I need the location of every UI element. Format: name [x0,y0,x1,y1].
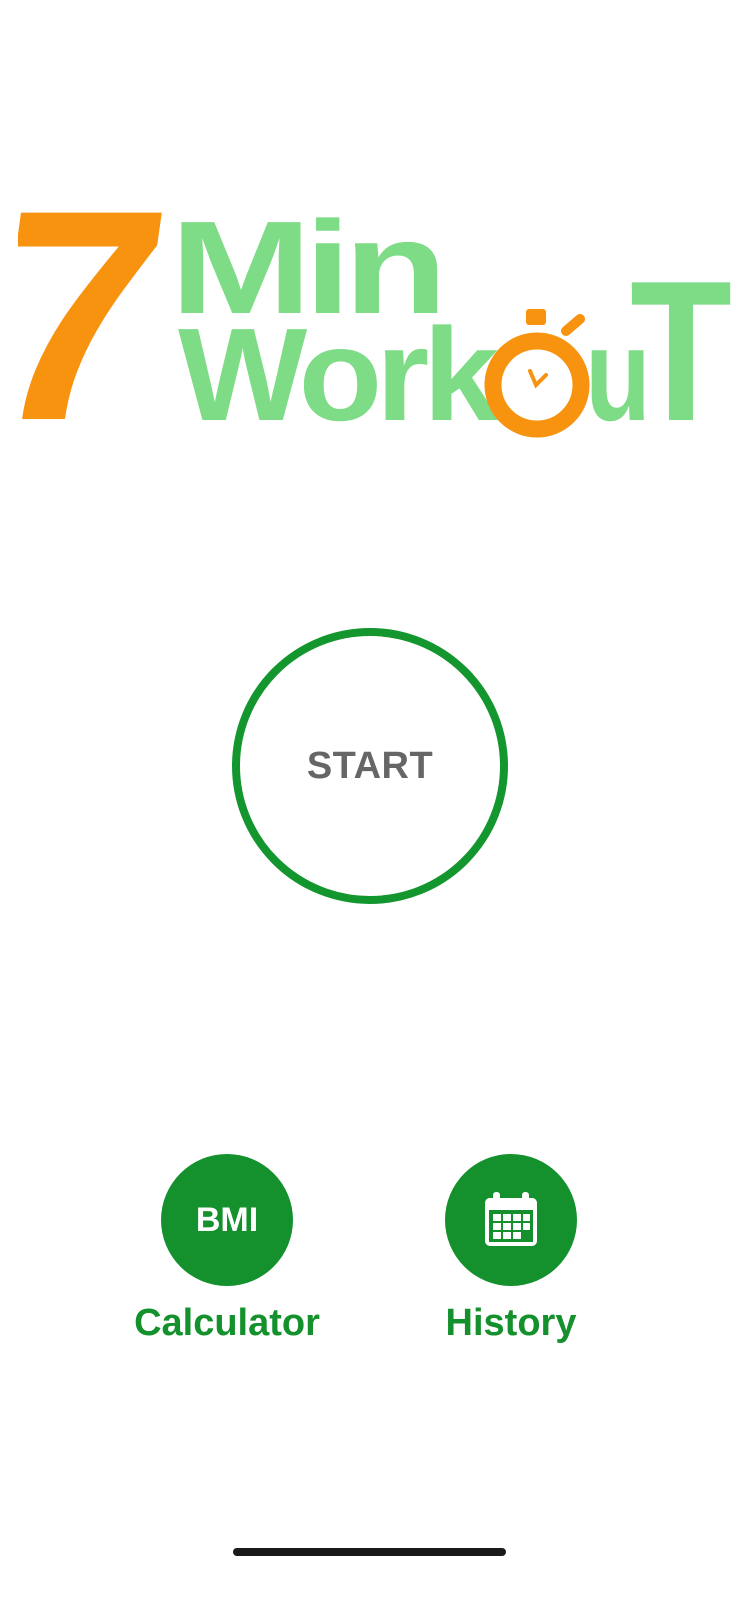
bmi-calculator-button[interactable]: BMI Calculator [122,1154,332,1345]
bmi-badge-text: BMI [195,1200,259,1239]
history-button[interactable]: History [406,1154,616,1345]
bmi-calculator-label[interactable]: Calculator [134,1302,320,1345]
logo-digit: 7 [18,185,184,445]
calendar-icon [485,1192,537,1246]
start-button[interactable]: START [232,628,508,904]
logo-word-work: Work [178,301,500,445]
home-screen: 7 Min Work u T START BMI Calculator Hist… [0,0,754,1600]
start-label: START [306,744,434,787]
stopwatch-icon [484,309,590,438]
history-label[interactable]: History [446,1302,577,1345]
home-indicator[interactable] [233,1548,506,1556]
history-badge[interactable] [445,1154,577,1286]
bmi-badge[interactable]: BMI [161,1154,293,1286]
app-logo: 7 Min Work u T [18,185,732,445]
logo-letter-t: T [630,240,732,445]
